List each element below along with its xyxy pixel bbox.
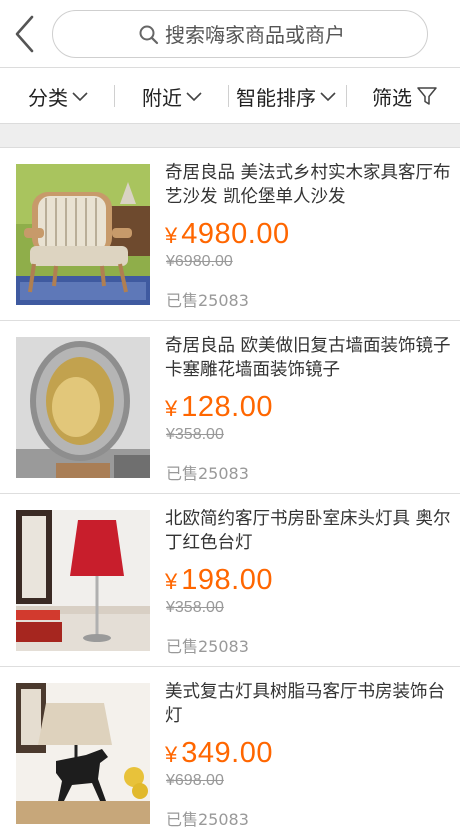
horse-table-lamp-photo [16, 683, 150, 824]
chevron-down-icon [186, 92, 202, 102]
search-icon [139, 25, 159, 45]
currency-symbol: ¥ [165, 569, 178, 594]
top-bar: 搜索嗨家商品或商户 [0, 0, 460, 68]
product-price: ¥198.00 [165, 564, 273, 597]
filter-funnel-icon [417, 87, 437, 105]
filter-screen[interactable]: 筛选 [372, 68, 439, 124]
product-item[interactable]: 北欧简约客厅书房卧室床头灯具 奥尔丁红色台灯 ¥198.00 ¥358.00 已… [0, 494, 460, 667]
filter-smart-sort-label: 智能排序 [236, 85, 316, 110]
original-price: ¥358.00 [166, 426, 224, 443]
filter-category[interactable]: 分类 [28, 68, 89, 124]
currency-symbol: ¥ [165, 742, 178, 767]
original-price: ¥698.00 [166, 772, 224, 789]
product-title: 奇居良品 美法式乡村实木家具客厅布艺沙发 凯伦堡单人沙发 [165, 163, 451, 207]
product-title: 北欧简约客厅书房卧室床头灯具 奥尔丁红色台灯 [165, 509, 451, 553]
product-item[interactable]: 奇居良品 欧美做旧复古墙面装饰镜子卡塞雕花墙面装饰镜子 ¥128.00 ¥358… [0, 321, 460, 494]
product-price: ¥128.00 [165, 391, 273, 424]
product-list: 奇居良品 美法式乡村实木家具客厅布艺沙发 凯伦堡单人沙发 ¥4980.00 ¥6… [0, 148, 460, 839]
product-title: 奇居良品 欧美做旧复古墙面装饰镜子卡塞雕花墙面装饰镜子 [165, 336, 451, 380]
search-placeholder: 搜索嗨家商品或商户 [165, 23, 345, 47]
currency-symbol: ¥ [165, 223, 178, 248]
filter-divider [346, 85, 347, 107]
original-price: ¥6980.00 [166, 253, 233, 270]
red-table-lamp-photo [16, 510, 150, 651]
filter-nearby-label: 附近 [142, 85, 182, 110]
currency-symbol: ¥ [165, 396, 178, 421]
sold-count: 已售25083 [166, 810, 249, 829]
product-item[interactable]: 美式复古灯具树脂马客厅书房装饰台灯 ¥349.00 ¥698.00 已售2508… [0, 667, 460, 839]
original-price: ¥358.00 [166, 599, 224, 616]
ornate-mirror-photo [16, 337, 150, 478]
price-value: 198.00 [181, 564, 273, 596]
sold-count: 已售25083 [166, 464, 249, 483]
price-value: 128.00 [181, 391, 273, 423]
product-price: ¥4980.00 [165, 218, 290, 251]
price-value: 4980.00 [181, 218, 290, 250]
product-item[interactable]: 奇居良品 美法式乡村实木家具客厅布艺沙发 凯伦堡单人沙发 ¥4980.00 ¥6… [0, 148, 460, 321]
filter-category-label: 分类 [28, 85, 68, 110]
armchair-photo [16, 164, 150, 305]
product-title: 美式复古灯具树脂马客厅书房装饰台灯 [165, 682, 445, 726]
chevron-down-icon [320, 92, 336, 102]
price-value: 349.00 [181, 737, 273, 769]
filter-smart-sort[interactable]: 智能排序 [236, 68, 337, 124]
filter-screen-label: 筛选 [372, 85, 412, 110]
filter-nearby[interactable]: 附近 [142, 68, 203, 124]
sold-count: 已售25083 [166, 291, 249, 310]
filter-divider [114, 85, 115, 107]
filter-divider [228, 85, 229, 107]
sold-count: 已售25083 [166, 637, 249, 656]
back-icon[interactable] [10, 14, 44, 54]
chevron-down-icon [72, 92, 88, 102]
filter-bar: 分类 附近 智能排序 筛选 [0, 68, 460, 124]
section-gap [0, 124, 460, 148]
search-input[interactable]: 搜索嗨家商品或商户 [52, 10, 428, 58]
product-price: ¥349.00 [165, 737, 273, 770]
